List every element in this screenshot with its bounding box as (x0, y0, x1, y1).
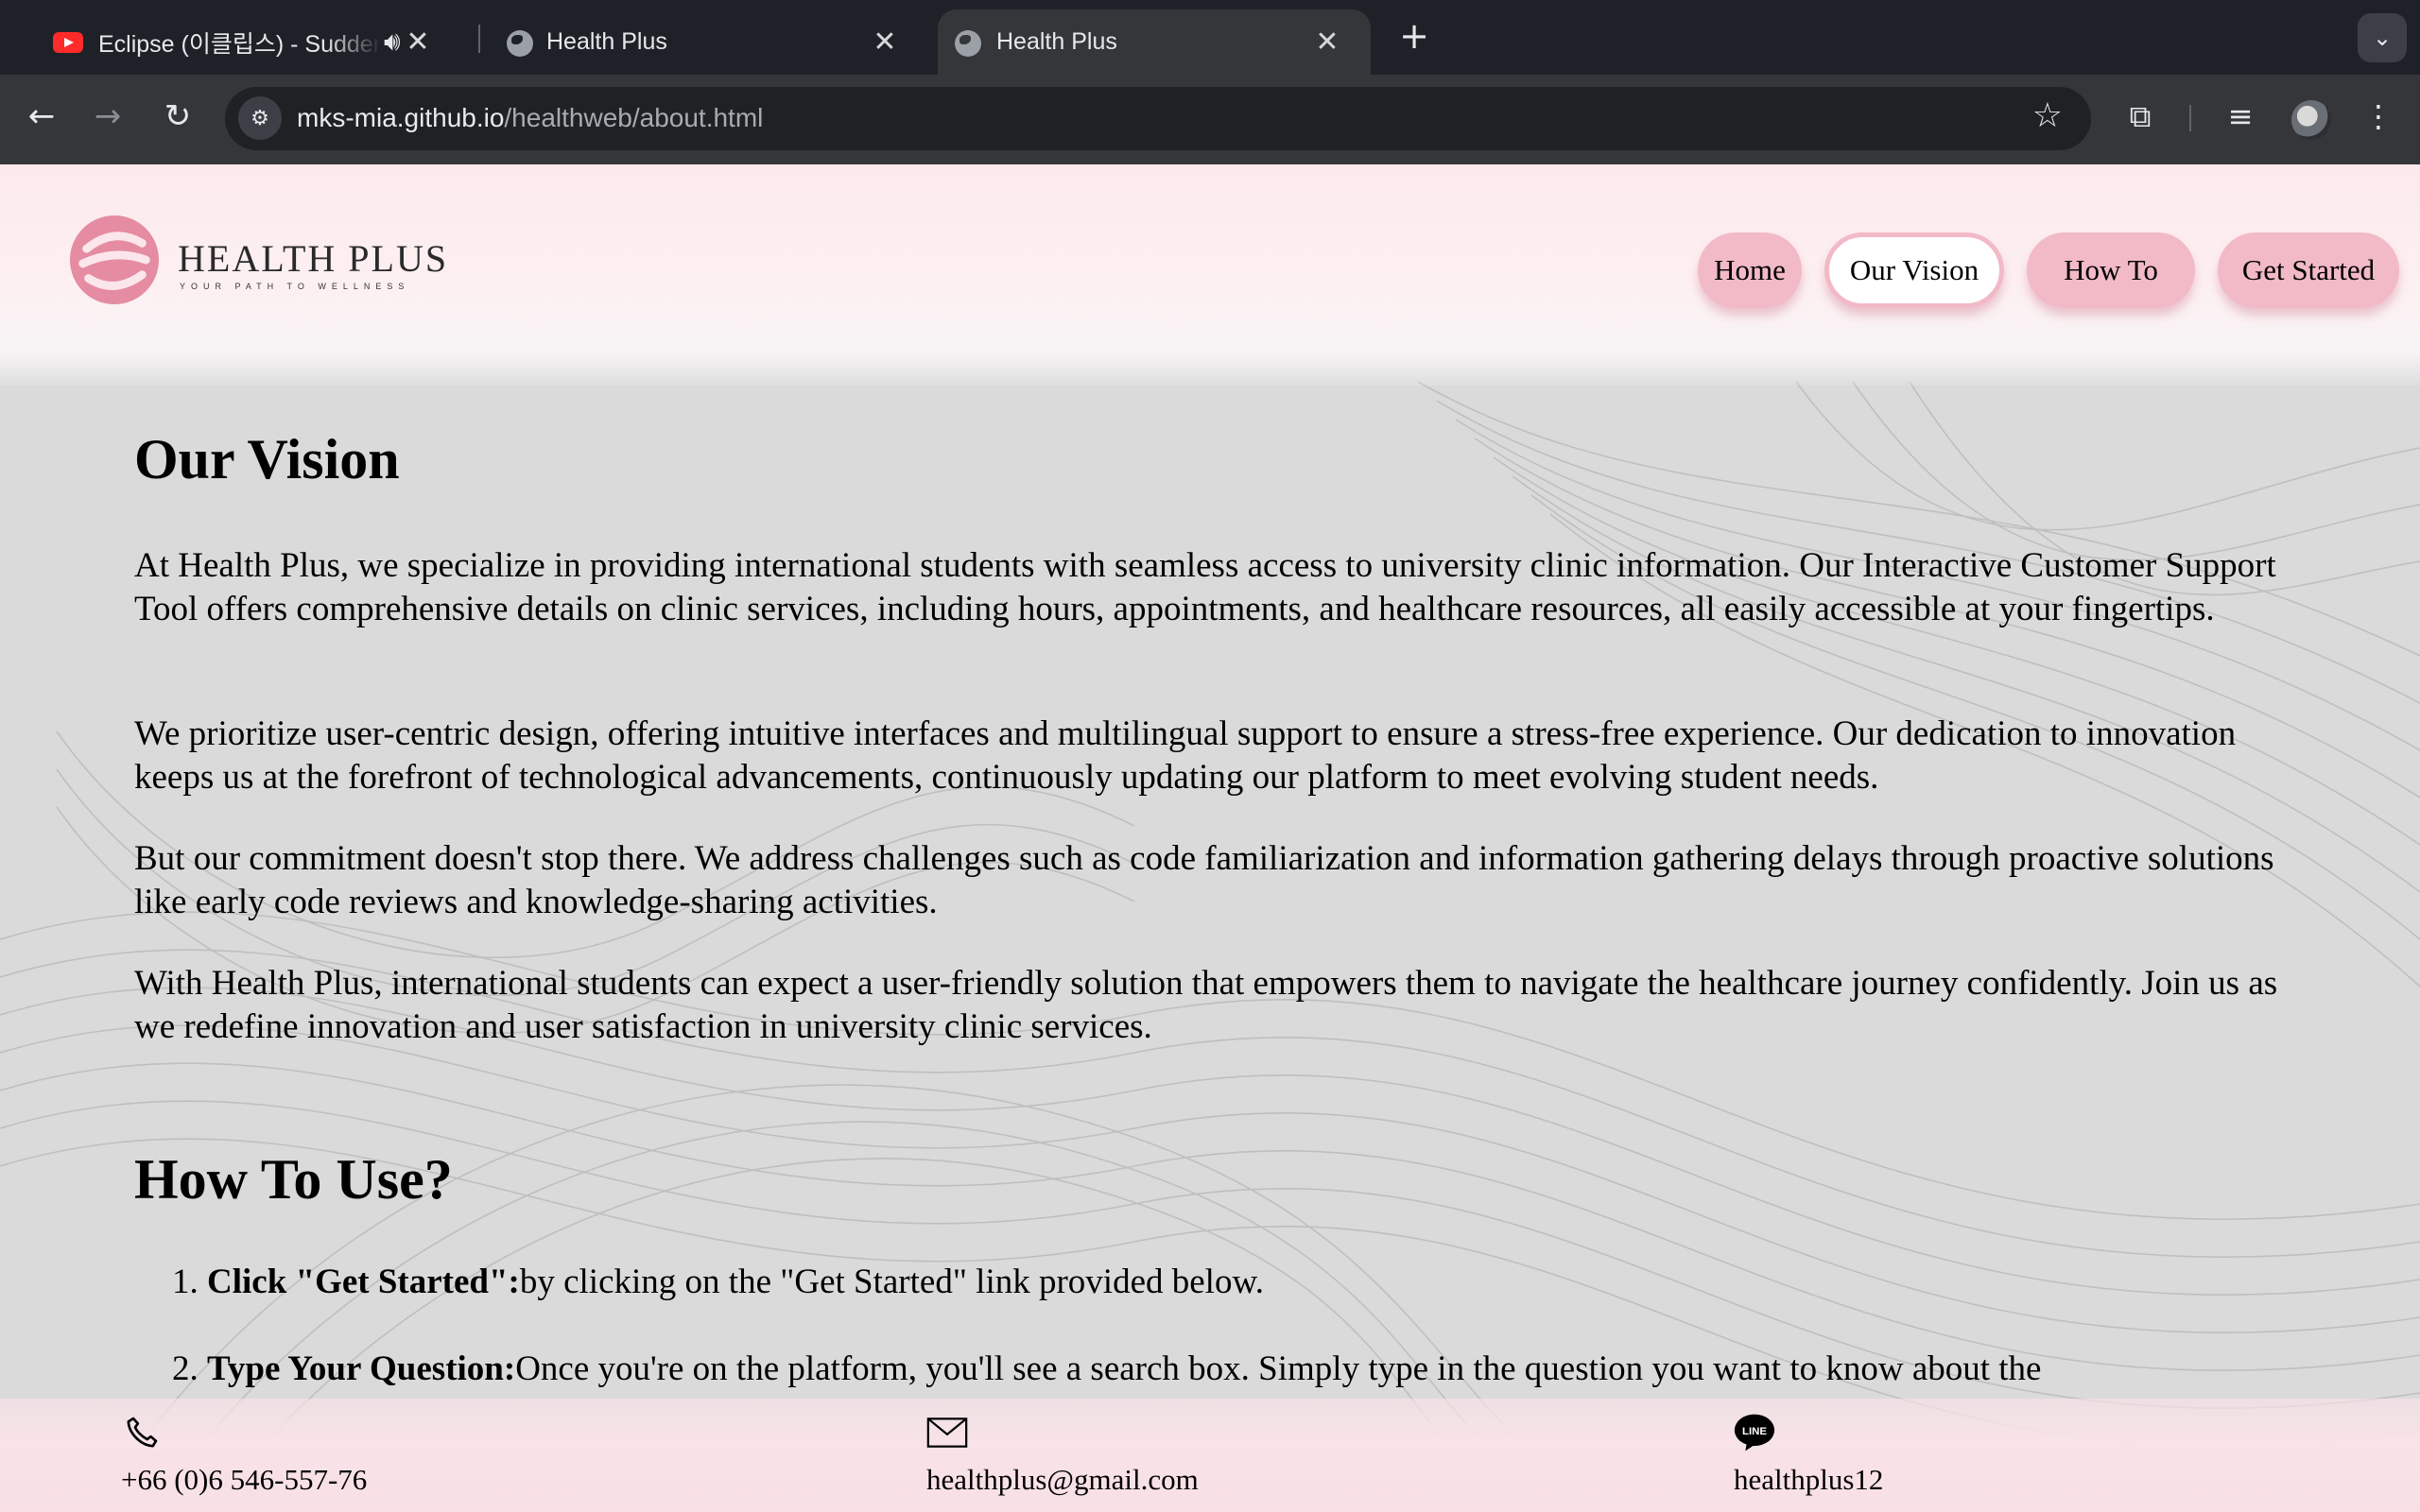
browser-toolbar: ← → ↻ ⚙ mks-mia.github.io/healthweb/abou… (0, 75, 2420, 164)
profile-avatar[interactable] (2291, 100, 2331, 140)
step-text: by clicking on the "Get Started" link pr… (519, 1263, 1265, 1301)
line-id[interactable]: healthplus12 (1734, 1463, 1883, 1497)
tab-title: Health Plus (996, 28, 1117, 55)
logo-name[interactable]: HEALTH PLUS (178, 236, 448, 281)
address-bar[interactable]: ⚙ mks-mia.github.io/healthweb/about.html… (225, 87, 2091, 150)
new-tab-icon[interactable]: + (1395, 15, 1433, 57)
step-title: Click "Get Started": (207, 1263, 520, 1301)
step-title: Type Your Question: (207, 1349, 516, 1388)
url-text[interactable]: mks-mia.github.io/healthweb/about.html (297, 103, 763, 133)
media-control-icon[interactable]: ≡ (2218, 94, 2263, 139)
phone-number[interactable]: +66 (0)6 546-557-76 (121, 1463, 367, 1497)
svg-text:LINE: LINE (1742, 1426, 1767, 1437)
footer-email: healthplus@gmail.com (926, 1412, 1199, 1496)
tab-title: Health Plus (546, 28, 667, 55)
tab-divider (478, 25, 480, 53)
close-tab-icon[interactable]: ✕ (1308, 23, 1346, 60)
globe-icon (507, 30, 533, 57)
nav-get-started-button[interactable]: Get Started (2218, 232, 2399, 308)
vision-heading: Our Vision (134, 428, 400, 490)
vision-paragraph-4: With Health Plus, international students… (134, 964, 2278, 1046)
url-host: mks-mia.github.io (297, 103, 505, 132)
logo-tagline: YOUR PATH TO WELLNESS (180, 282, 410, 291)
globe-icon (955, 30, 981, 57)
bookmark-star-icon[interactable]: ☆ (2032, 96, 2063, 135)
close-tab-icon[interactable]: ✕ (399, 23, 437, 60)
email-address[interactable]: healthplus@gmail.com (926, 1463, 1199, 1497)
tab-health-plus-1[interactable]: Health Plus ✕ (493, 9, 928, 75)
vision-paragraph-1: At Health Plus, we specialize in providi… (134, 546, 2276, 628)
nav-how-to-button[interactable]: How To (2027, 232, 2195, 308)
site-header: HEALTH PLUS YOUR PATH TO WELLNESS Home O… (0, 164, 2420, 386)
step-number: 2. (172, 1349, 199, 1388)
menu-icon[interactable]: ⋮ (2356, 94, 2401, 139)
site-footer: +66 (0)6 546-557-76 healthplus@gmail.com… (0, 1399, 2420, 1512)
vision-paragraph-2: We prioritize user-centric design, offer… (134, 714, 2237, 797)
footer-phone: +66 (0)6 546-557-76 (121, 1412, 367, 1496)
vision-paragraph-3: But our commitment doesn't stop there. W… (134, 839, 2274, 921)
browser-tab-strip: Eclipse (이클립스) - Sudden 🔊︎ ✕ Health Plus… (0, 0, 2420, 75)
footer-line: LINE healthplus12 (1734, 1412, 1883, 1496)
url-path: /healthweb/about.html (504, 103, 764, 132)
step-text: Once you're on the platform, you'll see … (515, 1349, 2042, 1388)
tab-title: Eclipse (이클립스) - Sudden (98, 30, 382, 58)
close-tab-icon[interactable]: ✕ (866, 23, 904, 60)
howto-heading: How To Use? (134, 1148, 453, 1211)
envelope-icon (926, 1412, 968, 1453)
back-icon[interactable]: ← (19, 94, 64, 139)
howto-step-1: 1. Click "Get Started":by clicking on th… (172, 1261, 1264, 1304)
speaker-icon[interactable]: 🔊︎ (384, 26, 401, 58)
site-info-icon[interactable]: ⚙ (238, 96, 282, 140)
tab-health-plus-active[interactable]: Health Plus ✕ (938, 9, 1371, 75)
youtube-icon (53, 32, 83, 53)
howto-step-2: 2. Type Your Question:Once you're on the… (172, 1348, 2041, 1391)
extensions-icon[interactable]: ⧉ (2118, 94, 2163, 139)
step-number: 1. (172, 1263, 199, 1301)
forward-icon[interactable]: → (85, 94, 130, 139)
phone-icon (121, 1412, 163, 1453)
nav-our-vision-button[interactable]: Our Vision (1824, 232, 2004, 308)
tab-search-icon[interactable]: ⌄ (2358, 13, 2407, 62)
page-viewport: HEALTH PLUS YOUR PATH TO WELLNESS Home O… (0, 164, 2420, 1512)
tab-youtube[interactable]: Eclipse (이클립스) - Sudden 🔊︎ ✕ (45, 9, 461, 75)
toolbar-divider (2189, 105, 2191, 131)
line-app-icon: LINE (1734, 1412, 1775, 1453)
reload-icon[interactable]: ↻ (155, 94, 200, 139)
nav-home-button[interactable]: Home (1698, 232, 1802, 308)
health-plus-logo-icon[interactable] (68, 214, 161, 306)
